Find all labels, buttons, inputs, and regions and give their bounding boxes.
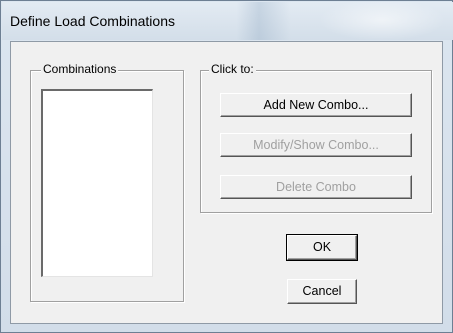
- combinations-listbox[interactable]: [41, 89, 153, 277]
- add-new-combo-button[interactable]: Add New Combo...: [220, 93, 412, 117]
- define-load-combinations-window: Define Load Combinations Combinations Cl…: [0, 0, 453, 333]
- cancel-button[interactable]: Cancel: [287, 279, 357, 304]
- delete-combo-button[interactable]: Delete Combo: [220, 175, 412, 199]
- dialog-client-area: Combinations Click to: Add New Combo... …: [10, 41, 443, 324]
- ok-button[interactable]: OK: [286, 234, 358, 261]
- combinations-group-label: Combinations: [41, 62, 119, 76]
- window-title: Define Load Combinations: [10, 13, 175, 29]
- combinations-group: Combinations: [30, 62, 184, 302]
- click-to-group-label: Click to:: [209, 62, 256, 76]
- title-bar[interactable]: Define Load Combinations: [2, 2, 453, 40]
- modify-show-combo-button[interactable]: Modify/Show Combo...: [220, 133, 412, 157]
- click-to-group: Click to: Add New Combo... Modify/Show C…: [200, 62, 432, 213]
